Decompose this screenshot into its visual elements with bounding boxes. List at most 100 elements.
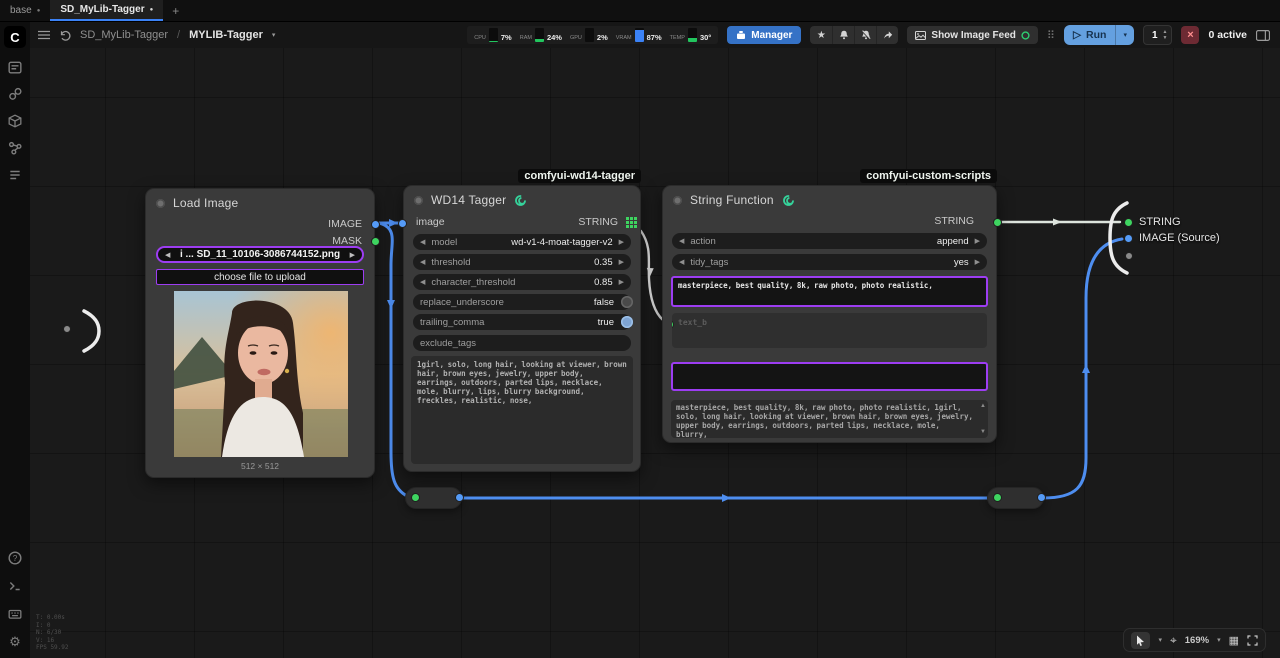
sidebar: C ? ⚙ (0, 22, 30, 658)
widget-exclude-tags[interactable]: exclude_tags (413, 335, 631, 351)
scroll-down-icon[interactable]: ▼ (980, 429, 986, 435)
widget-replace-underscore[interactable]: replace_underscore false (413, 294, 631, 310)
next-file-icon[interactable]: ▶ (350, 251, 355, 259)
queue-icon[interactable] (7, 167, 23, 183)
settings-gear-icon[interactable]: ⚙ (7, 634, 23, 650)
tab-base[interactable]: base ● (0, 0, 50, 21)
widget-threshold[interactable]: ◀ threshold 0.35 ▶ (413, 254, 631, 270)
new-tab-button[interactable]: + (163, 0, 188, 21)
collapse-dot[interactable] (673, 196, 682, 205)
output-slot-image[interactable] (371, 220, 380, 229)
node-string-function[interactable]: comfyui-custom-scripts String Function S… (662, 185, 997, 443)
output-label-string: STRING (578, 216, 618, 228)
manager-button[interactable]: Manager (727, 26, 801, 44)
node-load-image[interactable]: Load Image IMAGE MASK ◀ i ... SD_11_1010… (145, 188, 375, 478)
meter-ram: RAM 24% (520, 28, 562, 42)
collapse-dot[interactable] (414, 196, 423, 205)
step-up-icon[interactable]: ▲ (1163, 30, 1168, 35)
reroute-output-slot[interactable] (1037, 493, 1046, 502)
collapse-dot[interactable] (156, 199, 165, 208)
comfyui-logo[interactable]: C (4, 26, 26, 48)
show-image-feed-button[interactable]: Show Image Feed (907, 26, 1037, 44)
widget-tidy-tags[interactable]: ◀ tidy_tags yes ▶ (672, 254, 987, 270)
panel-toggle-icon[interactable] (1256, 30, 1270, 41)
result-textarea[interactable]: masterpiece, best quality, 8k, raw photo… (671, 400, 988, 438)
breadcrumb-current[interactable]: MYLIB-Tagger (189, 29, 263, 41)
combo-right-icon[interactable]: ▶ (619, 258, 624, 266)
breadcrumb-caret-icon[interactable]: ▾ (272, 31, 276, 39)
combo-right-icon[interactable]: ▶ (619, 238, 624, 246)
zoom-caret-icon[interactable]: ▾ (1217, 636, 1221, 644)
tab-sd-mylib-tagger[interactable]: SD_MyLib-Tagger ● (50, 0, 163, 21)
toggle-knob[interactable] (621, 316, 633, 328)
pointer-tool-button[interactable] (1131, 632, 1150, 649)
run-button[interactable]: ▷ Run ▾ (1064, 25, 1134, 45)
combo-left-icon[interactable]: ◀ (420, 238, 425, 246)
run-label: Run (1086, 29, 1106, 41)
reroute-input-slot[interactable] (993, 493, 1002, 502)
share-icon[interactable] (876, 26, 898, 44)
toggle-knob[interactable] (621, 296, 633, 308)
combo-left-icon[interactable]: ◀ (679, 258, 684, 266)
input-slot-image[interactable] (398, 219, 407, 228)
subgraph-output-image-slot[interactable] (1124, 234, 1133, 243)
widget-action[interactable]: ◀ action append ▶ (672, 233, 987, 249)
combo-right-icon[interactable]: ▶ (619, 278, 624, 286)
step-down-icon[interactable]: ▼ (1163, 36, 1168, 41)
star-icon[interactable]: ★ (810, 26, 832, 44)
node-wd14-tagger[interactable]: comfyui-wd14-tagger WD14 Tagger image ST… (403, 185, 641, 472)
zoom-level[interactable]: 169% (1185, 635, 1209, 646)
stat-line: T: 0.00s (36, 614, 69, 622)
shortcuts-icon[interactable] (7, 606, 23, 622)
node-library-icon[interactable] (7, 86, 23, 102)
app-root: base ● SD_MyLib-Tagger ● + C ? (0, 0, 1280, 658)
combo-left-icon[interactable]: ◀ (679, 237, 684, 245)
drag-handle-icon[interactable]: ⠿ (1047, 29, 1055, 42)
upload-button[interactable]: choose file to upload (156, 269, 364, 285)
combo-left-icon[interactable]: ◀ (420, 258, 425, 266)
reroute-node[interactable] (987, 487, 1044, 509)
tool-caret-icon[interactable]: ▾ (1158, 636, 1162, 644)
clear-queue-button[interactable]: × (1181, 26, 1199, 44)
text-a-input[interactable]: masterpiece, best quality, 8k, raw photo… (671, 276, 988, 307)
reroute-output-slot[interactable] (455, 493, 464, 502)
run-options-caret-icon[interactable]: ▾ (1116, 31, 1134, 39)
fit-view-icon[interactable]: ⌖ (1170, 633, 1177, 648)
nodes-map-icon[interactable] (7, 140, 23, 156)
output-slot-string[interactable] (993, 218, 1002, 227)
subgraph-output-empty-slot[interactable] (1125, 252, 1133, 260)
minimap-icon[interactable]: ▦ (1229, 634, 1239, 647)
reroute-node[interactable] (405, 487, 462, 509)
model-library-icon[interactable] (7, 113, 23, 129)
text-b-input[interactable]: text_b (672, 313, 987, 348)
text-c-input[interactable] (671, 362, 988, 391)
combo-right-icon[interactable]: ▶ (975, 237, 980, 245)
combo-right-icon[interactable]: ▶ (975, 258, 980, 266)
tags-output-textarea[interactable]: 1girl, solo, long hair, looking at viewe… (411, 356, 633, 464)
fullscreen-icon[interactable] (1247, 635, 1258, 646)
text-a-value: masterpiece, best quality, 8k, raw photo… (673, 278, 986, 293)
node-header: Load Image (146, 189, 374, 214)
widget-character-threshold[interactable]: ◀ character_threshold 0.85 ▶ (413, 274, 631, 290)
workflows-icon[interactable] (7, 59, 23, 75)
image-file-combo[interactable]: ◀ i ... SD_11_10106-3086744152.png ▶ (156, 246, 364, 263)
menu-icon[interactable] (38, 30, 50, 40)
combo-left-icon[interactable]: ◀ (420, 278, 425, 286)
subgraph-input-slot[interactable] (63, 325, 71, 333)
terminal-icon[interactable] (7, 578, 23, 594)
output-slot-mask[interactable] (371, 237, 380, 246)
bell-off-icon[interactable] (854, 26, 876, 44)
breadcrumb-root[interactable]: SD_MyLib-Tagger (80, 29, 168, 41)
subgraph-output-string-slot[interactable] (1124, 218, 1133, 227)
widget-model[interactable]: ◀ model wd-v1-4-moat-tagger-v2 ▶ (413, 234, 631, 250)
undo-icon[interactable] (59, 30, 71, 41)
list-output-icon[interactable] (626, 217, 637, 228)
widget-trailing-comma[interactable]: trailing_comma true (413, 314, 631, 330)
reroute-input-slot[interactable] (411, 493, 420, 502)
widget-label: replace_underscore (420, 297, 504, 308)
bell-icon[interactable] (832, 26, 854, 44)
help-icon[interactable]: ? (7, 550, 23, 566)
widget-value: false (594, 297, 614, 308)
scroll-up-icon[interactable]: ▲ (980, 403, 986, 409)
batch-count-stepper[interactable]: 1 ▲ ▼ (1143, 25, 1173, 45)
